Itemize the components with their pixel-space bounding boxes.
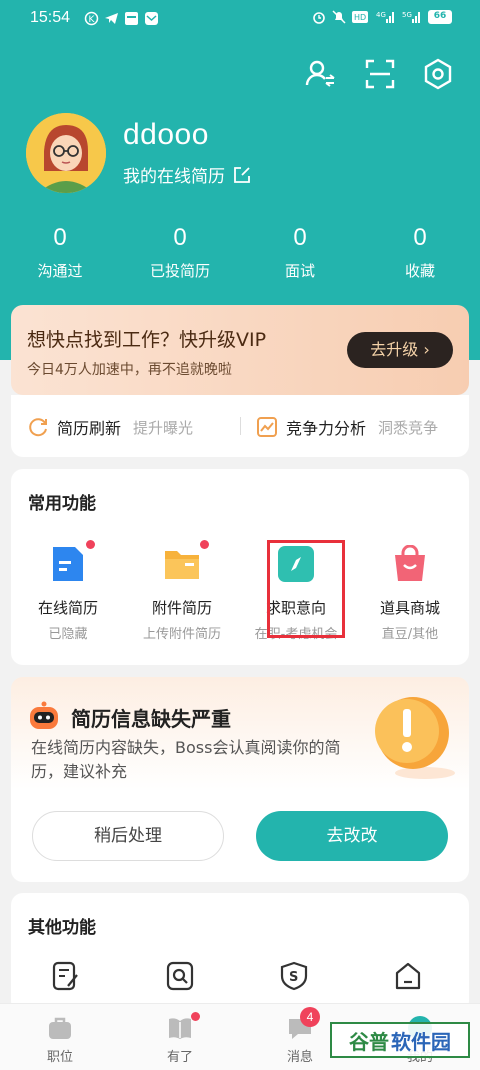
common-functions-title: 常用功能 xyxy=(28,494,96,514)
func-name: 附件简历 xyxy=(151,599,212,617)
vip-banner[interactable]: 想快点找到工作？快升级VIP 今日4万人加速中，再不追就晚啦 去升级 › xyxy=(11,305,469,395)
func-desc: 已隐藏 xyxy=(48,627,88,642)
hd-icon: HD xyxy=(352,11,368,23)
other-functions-title: 其他功能 xyxy=(28,918,96,938)
stat-label: 面试 xyxy=(284,262,315,280)
telegram-icon xyxy=(105,13,118,24)
my-online-resume-link[interactable]: 我的在线简历 xyxy=(123,162,251,187)
func-name: 在线简历 xyxy=(37,599,98,617)
func-desc: 上传附件简历 xyxy=(142,627,221,642)
quick-links: 简历刷新 提升曝光 竞争力分析 洞悉竞争 xyxy=(11,395,469,457)
watermark-text-2: 软件园 xyxy=(391,1029,451,1054)
stats-row: 0 沟通过 0 已投简历 0 面试 0 收藏 xyxy=(0,224,480,281)
folder-icon xyxy=(165,551,199,579)
shield-icon[interactable]: S xyxy=(279,961,309,991)
app-mail-icon xyxy=(145,12,158,25)
notification-dot xyxy=(86,540,95,549)
common-functions-card: 常用功能 在线简历 已隐藏 附件简历 上传附件简历 求职意向 在职-考虑机会 道… xyxy=(11,469,469,665)
upgrade-button[interactable]: 去升级 › xyxy=(347,332,453,368)
shopping-bag-icon xyxy=(395,544,425,581)
tab-label: 职位 xyxy=(46,1050,73,1065)
search-document-icon[interactable] xyxy=(165,961,195,991)
watermark-logo: 谷普 软件园 xyxy=(330,1022,470,1058)
warning-title: 简历信息缺失严重 xyxy=(71,707,231,731)
switch-identity-icon[interactable] xyxy=(304,58,336,90)
signal-4g-icon: 4G xyxy=(376,11,394,23)
alarm-icon xyxy=(313,12,325,24)
stat-label: 已投简历 xyxy=(149,262,210,280)
home-icon[interactable] xyxy=(393,961,423,991)
avatar[interactable] xyxy=(26,113,106,193)
briefcase-icon xyxy=(49,1017,71,1039)
stat-value: 0 xyxy=(413,224,427,251)
func-name: 道具商城 xyxy=(379,599,440,617)
status-bar: 15:54 K HD 4G 5G 66 xyxy=(0,0,480,40)
robot-icon xyxy=(30,701,58,729)
stat-value: 0 xyxy=(53,224,67,251)
tab-discover[interactable]: 有了 xyxy=(120,1012,240,1065)
func-prop-store[interactable]: 道具商城 直豆/其他 xyxy=(353,544,467,642)
edit-icon xyxy=(234,166,250,183)
notification-dot xyxy=(191,1012,200,1021)
username: ddooo xyxy=(123,118,209,151)
stat-favorites[interactable]: 0 收藏 xyxy=(360,224,480,281)
trend-chart-icon xyxy=(257,417,277,437)
watermark-text-1: 谷普 xyxy=(349,1029,389,1054)
edit-document-icon[interactable] xyxy=(51,961,81,991)
later-button[interactable]: 稍后处理 xyxy=(32,811,224,861)
app-notice-icon xyxy=(125,12,138,25)
warning-description: 在线简历内容缺失，Boss会认真阅读你的简历，建议补充 xyxy=(31,738,341,781)
resume-refresh-link[interactable]: 简历刷新 提升曝光 xyxy=(27,415,193,439)
resume-warning-card: 简历信息缺失严重 在线简历内容缺失，Boss会认真阅读你的简历，建议补充 稍后处… xyxy=(11,677,469,882)
competitiveness-label: 竞争力分析 xyxy=(286,419,367,438)
vip-subtitle: 今日4万人加速中，再不追就晚啦 xyxy=(27,362,232,378)
mute-icon xyxy=(332,10,346,24)
refresh-sub: 提升曝光 xyxy=(133,418,194,437)
settings-icon[interactable] xyxy=(422,58,454,90)
warning-coin-icon xyxy=(375,697,455,779)
resume-link-label: 我的在线简历 xyxy=(123,167,225,187)
battery-indicator: 66 xyxy=(428,10,452,24)
status-indicators: HD 4G 5G 66 xyxy=(312,10,452,24)
stat-value: 0 xyxy=(293,224,307,251)
vip-title: 想快点找到工作？快升级VIP xyxy=(27,329,267,351)
stat-applied[interactable]: 0 已投简历 xyxy=(120,224,240,281)
func-desc: 直豆/其他 xyxy=(381,627,439,642)
stat-interview[interactable]: 0 面试 xyxy=(240,224,360,281)
competitiveness-link[interactable]: 竞争力分析 洞悉竞争 xyxy=(256,415,438,439)
avatar-illustration xyxy=(26,113,106,193)
tab-jobs[interactable]: 职位 xyxy=(0,1014,120,1065)
upgrade-label: 去升级 xyxy=(370,340,419,359)
fix-resume-button[interactable]: 去改改 xyxy=(256,811,448,861)
svg-text:5G: 5G xyxy=(402,11,412,19)
stat-label: 收藏 xyxy=(404,262,435,280)
message-count-badge: 4 xyxy=(300,1007,320,1027)
tab-label: 有了 xyxy=(166,1050,193,1065)
signal-5g-icon: 5G xyxy=(402,11,420,23)
status-time: 15:54 xyxy=(30,9,71,26)
competitiveness-sub: 洞悉竞争 xyxy=(378,418,439,437)
svg-text:4G: 4G xyxy=(376,11,386,19)
divider xyxy=(240,417,241,435)
app-k-icon: K xyxy=(84,11,99,26)
svg-text:HD: HD xyxy=(354,13,366,22)
other-functions-card: 其他功能 S xyxy=(11,893,469,1013)
func-attachment-resume[interactable]: 附件简历 上传附件简历 xyxy=(125,540,239,642)
stat-communicated[interactable]: 0 沟通过 xyxy=(0,224,120,281)
notification-dot xyxy=(200,540,209,549)
scan-icon[interactable] xyxy=(364,58,396,90)
highlight-box xyxy=(267,540,345,638)
refresh-label: 简历刷新 xyxy=(57,419,122,438)
func-online-resume[interactable]: 在线简历 已隐藏 xyxy=(11,540,125,642)
book-icon xyxy=(169,1018,191,1039)
document-icon xyxy=(53,547,83,581)
chevron-right-icon: › xyxy=(423,340,430,359)
svg-text:S: S xyxy=(289,970,298,985)
stat-label: 沟通过 xyxy=(37,262,83,280)
stat-value: 0 xyxy=(173,224,187,251)
refresh-icon xyxy=(29,418,47,437)
